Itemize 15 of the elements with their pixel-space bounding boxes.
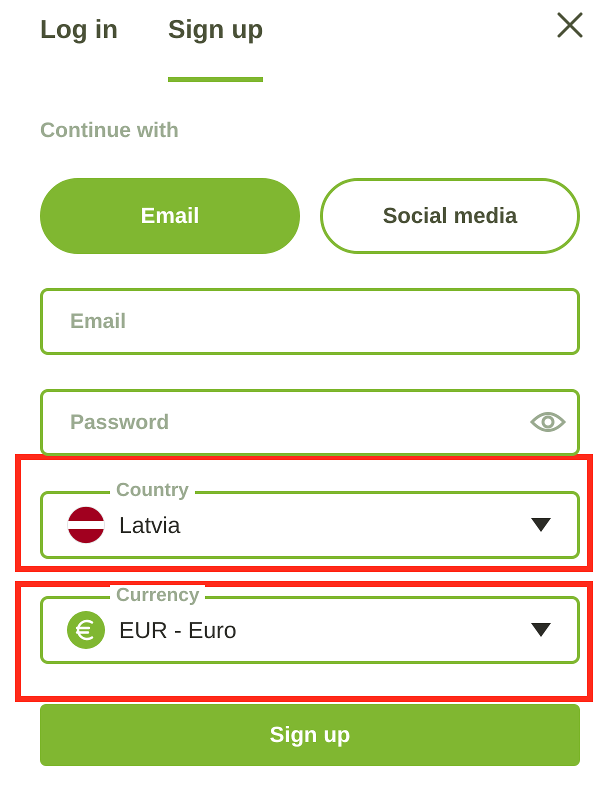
caret-icon — [531, 623, 551, 637]
tab[interactable]: Sign up — [168, 0, 264, 82]
caret-icon — [531, 518, 551, 532]
field-label: Country — [110, 480, 195, 502]
selected-value: EUR - Euro — [119, 616, 238, 644]
close-icon[interactable] — [557, 12, 583, 38]
method-toggle[interactable]: Social media — [320, 178, 580, 254]
tab[interactable]: Log in — [40, 0, 118, 82]
selected-value: Latvia — [119, 512, 182, 538]
password-field[interactable]: Password — [40, 389, 580, 456]
email-field[interactable]: Email — [40, 288, 580, 355]
euro-icon — [67, 611, 105, 649]
field-label: Currency — [110, 585, 206, 607]
flag-icon — [67, 506, 105, 544]
section-label: Continue with — [40, 118, 180, 144]
